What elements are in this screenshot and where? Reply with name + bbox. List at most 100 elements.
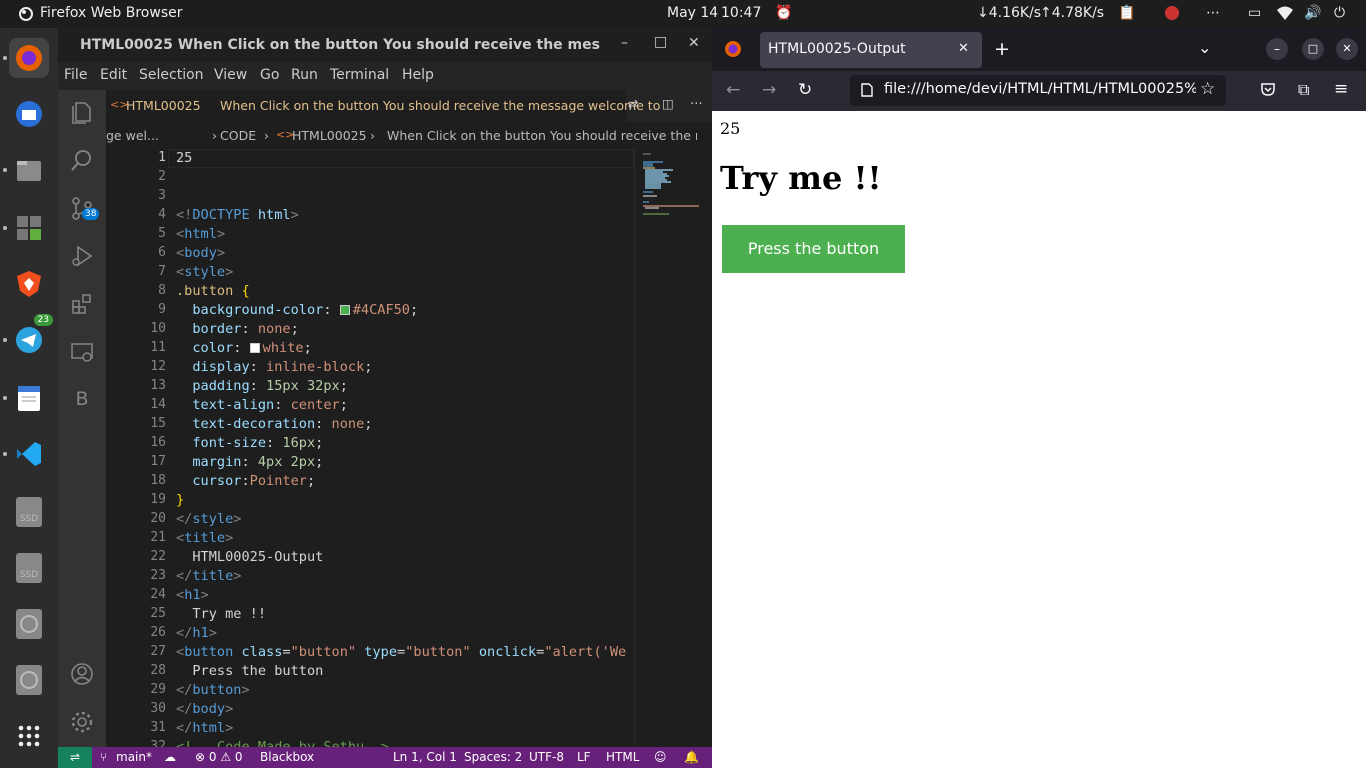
language-mode[interactable]: HTML: [606, 750, 639, 764]
list-tabs-icon[interactable]: ⌄: [1198, 38, 1211, 57]
power-icon[interactable]: ⏻: [1334, 5, 1345, 21]
breadcrumb-item[interactable]: CODE: [220, 128, 256, 143]
cursor-position[interactable]: Ln 1, Col 1: [393, 750, 457, 764]
page-number-text: 25: [720, 119, 741, 138]
settings-gear-icon[interactable]: [70, 710, 94, 734]
dock-text-editor-icon[interactable]: [9, 378, 49, 418]
maximize-icon[interactable]: □: [654, 34, 667, 50]
breadcrumb-item[interactable]: ge wel...: [106, 128, 159, 143]
minimap[interactable]: [634, 148, 712, 747]
minimize-icon[interactable]: –: [621, 35, 628, 51]
menu-edit[interactable]: Edit: [100, 67, 127, 83]
app-menu-icon[interactable]: ≡: [1334, 79, 1348, 99]
bookmark-star-icon[interactable]: ☆: [1200, 79, 1215, 99]
encoding[interactable]: UTF-8: [529, 750, 564, 764]
sync-icon[interactable]: ☁: [164, 750, 176, 764]
branch-name[interactable]: main*: [116, 750, 152, 764]
show-apps-icon[interactable]: [9, 716, 49, 756]
extensions-icon[interactable]: [70, 292, 94, 316]
menu-go[interactable]: Go: [260, 67, 279, 83]
split-editor-icon[interactable]: ◫: [662, 96, 674, 111]
forward-icon[interactable]: →: [762, 80, 776, 100]
dock-brave-icon[interactable]: [9, 264, 49, 304]
color-swatch[interactable]: [249, 343, 260, 353]
color-swatch[interactable]: [339, 305, 350, 315]
breadcrumb-item[interactable]: HTML00025: [292, 128, 367, 143]
dock-ssd-icon[interactable]: SSD: [9, 492, 49, 532]
firefox-menu-icon[interactable]: [724, 40, 742, 62]
clock-time[interactable]: 10:47: [721, 5, 761, 21]
dock-extensions-icon[interactable]: [9, 208, 49, 248]
end-of-line[interactable]: LF: [577, 750, 591, 764]
url-text[interactable]: file:///home/devi/HTML/HTML/HTML00025%: [884, 81, 1196, 97]
running-indicator: [3, 168, 7, 172]
breadcrumb-separator: ›: [370, 128, 375, 143]
remote-explorer-icon[interactable]: [70, 340, 94, 364]
line-number: 8: [158, 283, 166, 298]
url-bar[interactable]: file:///home/devi/HTML/HTML/HTML00025% ☆: [850, 75, 1226, 106]
open-changes-icon[interactable]: ⇄: [628, 96, 638, 111]
close-icon[interactable]: ✕: [1336, 38, 1358, 60]
menu-file[interactable]: File: [64, 67, 87, 83]
activities-icon[interactable]: [18, 6, 34, 26]
code-editor[interactable]: 1 25 2 3 4 <!DOCTYPE html> 5 <html> 6 <body> 7 <sty…: [106, 148, 634, 747]
extensions-icon[interactable]: ⧉: [1298, 80, 1309, 100]
dock-firefox-icon[interactable]: [9, 38, 49, 78]
feedback-icon[interactable]: ☺: [654, 750, 667, 764]
accounts-icon[interactable]: [70, 662, 94, 686]
dock-files-icon[interactable]: [9, 150, 49, 190]
breadcrumb: ge wel... › CODE › <> HTML00025 › When C…: [106, 122, 712, 148]
editor-tab[interactable]: <> HTML00025 When Click on the button Yo…: [106, 90, 660, 122]
vscode-window: HTML00025 When Click on the button You s…: [58, 28, 712, 768]
menu-run[interactable]: Run: [291, 67, 318, 83]
pocket-icon[interactable]: [1260, 81, 1276, 101]
volume-icon[interactable]: 🔊: [1304, 5, 1321, 21]
maximize-icon[interactable]: □: [1302, 38, 1324, 60]
wifi-icon[interactable]: [1276, 5, 1294, 25]
code-line: padding: 15px 32px;: [192, 378, 348, 394]
explorer-icon[interactable]: [70, 100, 94, 124]
problems-count[interactable]: ⊗ 0 ⚠ 0: [195, 750, 243, 764]
app-name[interactable]: Firefox Web Browser: [40, 5, 183, 21]
tab-close-icon[interactable]: ✕: [958, 41, 969, 56]
notification-app-icon[interactable]: [1164, 5, 1180, 25]
indentation[interactable]: Spaces: 2: [464, 750, 522, 764]
code-line: <body>: [176, 245, 226, 261]
screen-icon[interactable]: ▭: [1248, 5, 1261, 21]
code-line: Press the button: [176, 663, 324, 679]
blackbox-status[interactable]: Blackbox: [260, 750, 314, 764]
dock-disc-icon[interactable]: [9, 660, 49, 700]
minimize-icon[interactable]: –: [1266, 38, 1288, 60]
dock-ssd-icon[interactable]: SSD: [9, 548, 49, 588]
menu-view[interactable]: View: [214, 67, 247, 83]
press-the-button[interactable]: Press the button: [722, 225, 905, 273]
firefox-nav-bar: ← → ↻ file:///home/devi/HTML/HTML/HTML00…: [712, 71, 1366, 111]
dock-vscode-icon[interactable]: [9, 434, 49, 474]
source-control-icon[interactable]: 38: [70, 196, 100, 220]
back-icon[interactable]: ←: [726, 80, 740, 100]
breadcrumb-item[interactable]: When Click on the button You should rece…: [387, 128, 697, 143]
menu-help[interactable]: Help: [402, 67, 434, 83]
run-debug-icon[interactable]: [70, 244, 94, 268]
reload-icon[interactable]: ↻: [798, 80, 812, 100]
page-info-icon[interactable]: [860, 82, 874, 102]
close-icon[interactable]: ✕: [688, 35, 700, 51]
branch-icon: ⑂: [100, 750, 108, 764]
dock-thunderbird-icon[interactable]: [9, 94, 49, 134]
alarm-icon[interactable]: ⏰: [775, 5, 792, 21]
more-actions-icon[interactable]: ⋯: [690, 95, 703, 110]
new-tab-icon[interactable]: +: [994, 38, 1010, 60]
blackbox-icon[interactable]: B: [70, 388, 94, 412]
browser-tab[interactable]: HTML00025-Output ✕: [760, 32, 982, 68]
notifications-bell-icon[interactable]: 🔔: [684, 750, 699, 764]
search-icon[interactable]: [70, 148, 94, 172]
more-icon[interactable]: ⋯: [1206, 5, 1220, 21]
dock-telegram-icon[interactable]: 23: [9, 314, 53, 360]
clock-date[interactable]: May 14: [667, 5, 718, 21]
menu-terminal[interactable]: Terminal: [330, 67, 389, 83]
svg-text:SSD: SSD: [20, 514, 38, 524]
dock-disc-icon[interactable]: [9, 604, 49, 644]
remote-indicator-icon[interactable]: ⇌: [58, 747, 92, 768]
menu-selection[interactable]: Selection: [139, 67, 204, 83]
clipboard-icon[interactable]: 📋: [1118, 5, 1135, 21]
